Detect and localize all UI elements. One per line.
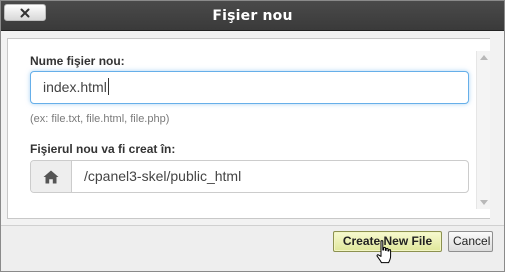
new-file-dialog: Fişier nou Nume fişier nou: index.html (… bbox=[0, 0, 505, 272]
path-addon bbox=[31, 161, 72, 192]
hand-pointer-icon bbox=[376, 240, 392, 264]
dialog-titlebar: Fişier nou bbox=[1, 1, 504, 31]
dialog-title: Fişier nou bbox=[212, 8, 293, 24]
file-name-label: Nume fişier nou: bbox=[30, 54, 125, 68]
path-value: /cpanel3-skel/public_html bbox=[84, 168, 242, 184]
file-name-value: index.html bbox=[43, 79, 107, 95]
dialog-body: Nume fişier nou: index.html (ex: file.tx… bbox=[7, 38, 490, 219]
scroll-down-arrow-icon[interactable] bbox=[480, 200, 488, 205]
text-caret bbox=[107, 78, 109, 95]
file-name-input[interactable]: index.html bbox=[30, 71, 469, 104]
scroll-up-arrow-icon[interactable] bbox=[480, 55, 488, 60]
cancel-button[interactable]: Cancel bbox=[448, 231, 493, 252]
vertical-scrollbar[interactable] bbox=[476, 51, 490, 209]
path-input-group[interactable]: /cpanel3-skel/public_html bbox=[30, 160, 469, 193]
file-name-hint: (ex: file.txt, file.html, file.php) bbox=[30, 113, 170, 125]
close-button[interactable] bbox=[4, 4, 46, 21]
dialog-footer: Create New File Cancel bbox=[1, 225, 504, 271]
close-icon bbox=[20, 8, 30, 17]
home-icon bbox=[43, 170, 59, 183]
path-label: Fişierul nou va fi creat în: bbox=[30, 142, 176, 156]
